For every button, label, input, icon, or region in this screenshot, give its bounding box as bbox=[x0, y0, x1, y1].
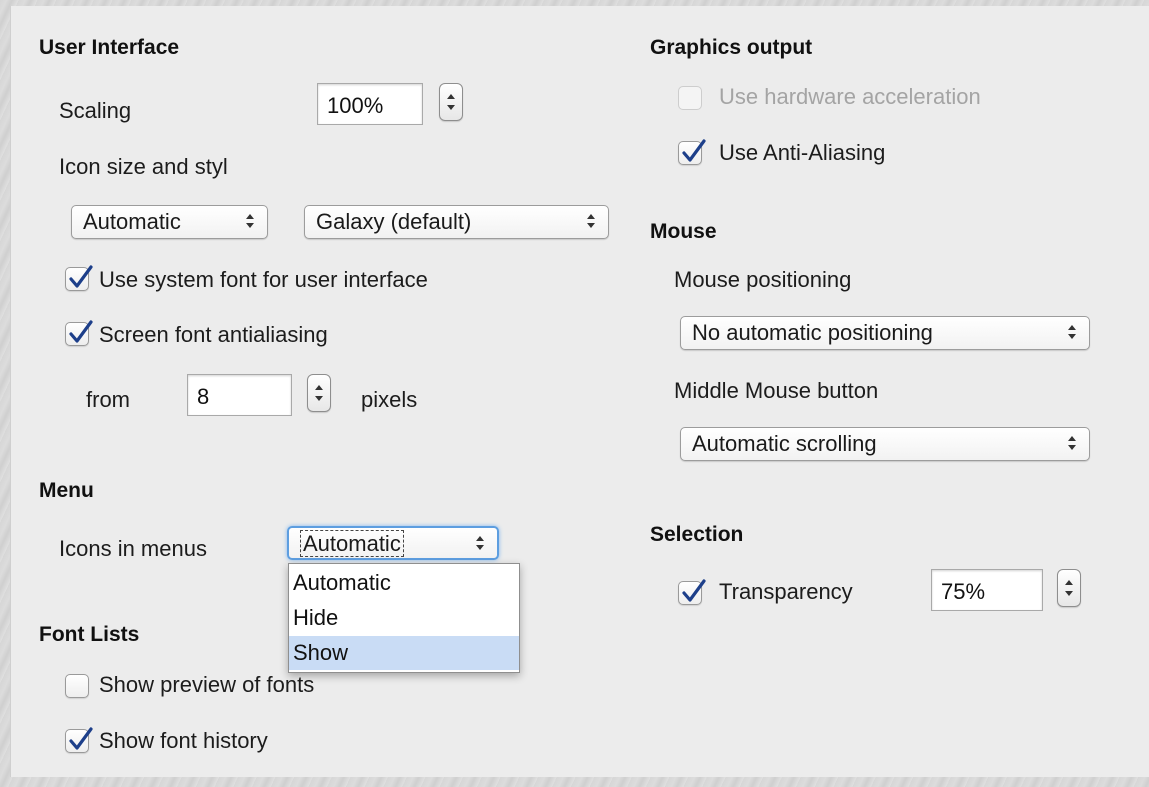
user-interface-heading: User Interface bbox=[39, 36, 180, 59]
middle-mouse-select[interactable]: Automatic scrolling bbox=[680, 427, 1090, 461]
icon-size-select[interactable]: Automatic bbox=[71, 205, 268, 239]
graphics-output-heading: Graphics output bbox=[650, 36, 813, 59]
from-label: from bbox=[86, 387, 130, 412]
transparency-label: Transparency bbox=[719, 579, 853, 604]
stepper-down-icon bbox=[447, 105, 455, 110]
middle-mouse-label: Middle Mouse button bbox=[674, 378, 879, 403]
antialiasing-from-stepper[interactable] bbox=[307, 374, 331, 412]
hardware-acceleration-checkbox bbox=[678, 86, 702, 110]
hardware-acceleration-label: Use hardware acceleration bbox=[719, 84, 981, 109]
icons-in-menus-select[interactable]: Automatic bbox=[287, 526, 499, 560]
transparency-field[interactable]: 75% bbox=[931, 569, 1043, 611]
pixels-label: pixels bbox=[361, 387, 418, 412]
show-preview-checkbox[interactable] bbox=[65, 674, 89, 698]
show-history-label: Show font history bbox=[99, 728, 268, 753]
scaling-field[interactable]: 100% bbox=[317, 83, 423, 125]
stepper-down-icon bbox=[1065, 591, 1073, 596]
dropdown-option-automatic[interactable]: Automatic bbox=[289, 566, 519, 600]
icons-in-menus-dropdown: Automatic Hide Show bbox=[288, 563, 520, 673]
icons-in-menus-value: Automatic bbox=[300, 530, 404, 557]
stepper-up-icon bbox=[315, 385, 323, 390]
mouse-heading: Mouse bbox=[650, 220, 717, 243]
show-history-checkbox[interactable] bbox=[65, 727, 93, 753]
check-mark-icon bbox=[69, 320, 93, 343]
mouse-positioning-select[interactable]: No automatic positioning bbox=[680, 316, 1090, 350]
select-arrows-icon bbox=[475, 536, 485, 552]
menu-heading: Menu bbox=[39, 479, 94, 502]
check-mark-icon bbox=[682, 139, 706, 162]
scaling-stepper[interactable] bbox=[439, 83, 463, 121]
select-arrows-icon bbox=[1067, 436, 1077, 452]
scaling-label: Scaling bbox=[59, 98, 132, 123]
mouse-positioning-value: No automatic positioning bbox=[692, 320, 933, 345]
icon-style-select[interactable]: Galaxy (default) bbox=[304, 205, 609, 239]
screen-antialiasing-label: Screen font antialiasing bbox=[99, 322, 328, 347]
icon-size-value: Automatic bbox=[83, 209, 181, 234]
icon-size-label: Icon size and styl bbox=[59, 154, 228, 179]
middle-mouse-value: Automatic scrolling bbox=[692, 431, 877, 456]
transparency-stepper[interactable] bbox=[1057, 569, 1081, 607]
options-view-panel: User Interface Scaling 100% Icon size an… bbox=[10, 6, 1149, 777]
select-arrows-icon bbox=[1067, 325, 1077, 341]
antialiasing-from-field[interactable]: 8 bbox=[187, 374, 292, 416]
selection-heading: Selection bbox=[650, 523, 744, 546]
stepper-up-icon bbox=[447, 94, 455, 99]
select-arrows-icon bbox=[586, 214, 596, 230]
check-mark-icon bbox=[69, 265, 93, 288]
stepper-down-icon bbox=[315, 396, 323, 401]
check-mark-icon bbox=[69, 727, 93, 750]
check-mark-icon bbox=[682, 579, 706, 602]
show-preview-label: Show preview of fonts bbox=[99, 672, 315, 697]
icon-style-value: Galaxy (default) bbox=[316, 209, 472, 234]
screen-antialiasing-checkbox[interactable] bbox=[65, 320, 93, 346]
dropdown-option-hide[interactable]: Hide bbox=[289, 601, 519, 635]
anti-aliasing-checkbox[interactable] bbox=[678, 139, 706, 165]
transparency-checkbox[interactable] bbox=[678, 579, 706, 605]
font-lists-heading: Font Lists bbox=[39, 623, 140, 646]
select-arrows-icon bbox=[245, 214, 255, 230]
use-system-font-label: Use system font for user interface bbox=[99, 267, 428, 292]
stepper-up-icon bbox=[1065, 580, 1073, 585]
mouse-positioning-label: Mouse positioning bbox=[674, 267, 852, 292]
icons-in-menus-label: Icons in menus bbox=[59, 536, 207, 561]
anti-aliasing-label: Use Anti-Aliasing bbox=[719, 140, 886, 165]
use-system-font-checkbox[interactable] bbox=[65, 265, 93, 291]
dropdown-option-show[interactable]: Show bbox=[289, 636, 519, 670]
